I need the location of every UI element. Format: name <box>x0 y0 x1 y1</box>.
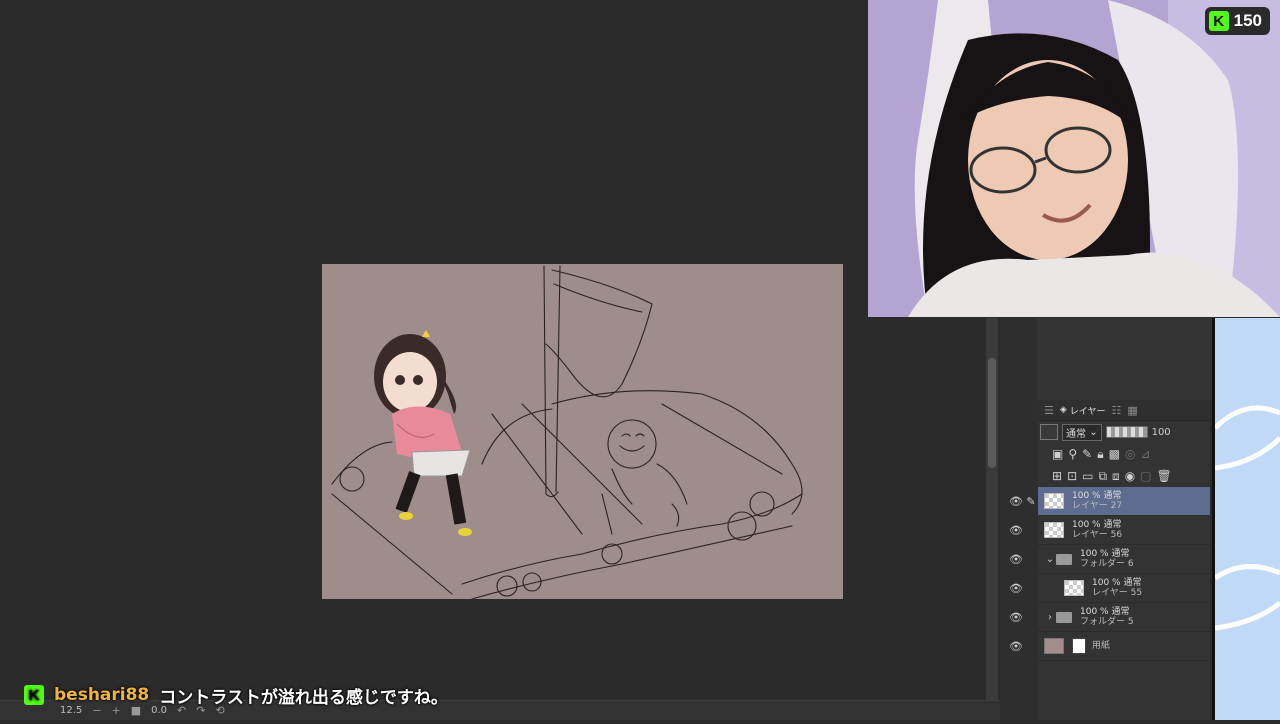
mask-create-icon[interactable]: ◉ <box>1125 469 1135 483</box>
layer-panel-tabs: ☰ ◈ レイヤー ☷ ▦ <box>1038 400 1210 421</box>
tab-layers-label: レイヤー <box>1069 406 1106 417</box>
webcam-image <box>868 0 1280 317</box>
lock-icon[interactable]: 🔒︎ <box>1097 447 1103 462</box>
chat-message: コントラストが溢れ出る感じですね。 <box>159 687 448 708</box>
layer-name: フォルダー 5 <box>1080 617 1134 627</box>
viewer-count: 150 <box>1233 11 1262 30</box>
eye-icon[interactable]: 👁︎ <box>1008 582 1024 595</box>
layer-thumbnail <box>1044 493 1064 509</box>
layer-row[interactable]: 👁︎ › 100 % 通常 フォルダー 5 <box>1009 603 1210 632</box>
draft-icon[interactable]: ✎ <box>1082 447 1092 461</box>
new-raster-layer-icon[interactable]: ⊞ <box>1052 469 1062 483</box>
canvas-vertical-scrollbar[interactable] <box>986 318 998 700</box>
scrollbar-thumb[interactable] <box>988 358 996 468</box>
ruler-icon[interactable]: ⊿ <box>1140 447 1150 461</box>
layer-row[interactable]: 👁︎ 100 % 通常 レイヤー 56 <box>1009 516 1210 545</box>
paper-icon <box>1072 638 1086 654</box>
folder-icon <box>1056 553 1072 565</box>
reference-image <box>1213 405 1280 631</box>
layer-mode: 100 % 通常 <box>1072 491 1122 501</box>
layer-panel: ☰ ◈ レイヤー ☷ ▦ 通常 ⌄ 100 ▣ ⚲ ✎ 🔒︎ ▩ ◎ ⊿ ⊞ ⊡ … <box>1009 400 1210 720</box>
layer-meta: 用紙 <box>1092 641 1110 651</box>
canvas-artwork <box>331 265 803 599</box>
blend-mode-value: 通常 <box>1066 428 1086 440</box>
drawing-canvas[interactable] <box>322 264 843 599</box>
pen-icon: ✎ <box>1026 494 1036 508</box>
opacity-value[interactable]: 100 <box>1152 427 1171 438</box>
layer-color-swatch[interactable] <box>1040 424 1058 440</box>
layer-tools-row-1: ▣ ⚲ ✎ 🔒︎ ▩ ◎ ⊿ <box>1038 443 1210 465</box>
layer-meta: 100 % 通常 レイヤー 56 <box>1072 520 1122 540</box>
chevron-down-icon[interactable]: ⌄ <box>1044 554 1056 565</box>
layer-name: レイヤー 27 <box>1072 501 1123 511</box>
eye-icon[interactable]: 👁︎ <box>1008 495 1024 508</box>
panel-side-column <box>1000 318 1037 400</box>
copy-layer-icon[interactable]: ⧈ <box>1112 469 1120 484</box>
layer-mode: 100 % 通常 <box>1080 607 1130 617</box>
paper-color-swatch <box>1044 638 1064 654</box>
merge-down-icon[interactable]: ⧉ <box>1098 469 1107 484</box>
chat-username: beshari88 <box>54 685 150 705</box>
layer-mode: 100 % 通常 <box>1080 549 1130 559</box>
mask-icon[interactable]: ◎ <box>1125 447 1135 461</box>
layers-icon: ◈ <box>1059 405 1067 415</box>
eye-icon[interactable]: 👁︎ <box>1008 640 1024 653</box>
viewer-count-badge: K 150 <box>1204 7 1270 35</box>
chevron-down-icon: ⌄ <box>1089 426 1098 438</box>
layer-thumbnail <box>1064 580 1084 596</box>
layer-row[interactable]: 👁︎ ⌄ 100 % 通常 フォルダー 6 <box>1009 545 1210 574</box>
tab-layer-search[interactable]: ▦ <box>1127 404 1137 417</box>
kick-logo-icon: K <box>24 685 44 705</box>
webcam-feed: K 150 <box>868 0 1280 317</box>
layer-meta: 100 % 通常 レイヤー 27 <box>1072 491 1122 511</box>
layer-row[interactable]: 👁︎ 用紙 <box>1009 632 1210 661</box>
tab-layers[interactable]: ◈ レイヤー <box>1060 404 1106 417</box>
layer-mode: 100 % 通常 <box>1072 520 1122 530</box>
chat-overlay: K beshari88 コントラストが溢れ出る感じですね。 <box>24 682 448 708</box>
layer-meta: 100 % 通常 フォルダー 6 <box>1080 549 1134 569</box>
reference-icon[interactable]: ⚲ <box>1068 447 1077 461</box>
reference-image-panel <box>1212 318 1280 720</box>
navigator-panel <box>1000 318 1212 400</box>
layer-meta: 100 % 通常 フォルダー 5 <box>1080 607 1134 627</box>
tab-layer-property[interactable]: ☷ <box>1112 404 1122 417</box>
chevron-right-icon[interactable]: › <box>1044 612 1056 623</box>
drawing-workspace[interactable]: 12.5 − + ■ 0.0 ↶ ↷ ⟲ <box>0 0 1000 720</box>
layer-options-row: 通常 ⌄ 100 <box>1038 421 1210 443</box>
layer-name: レイヤー 56 <box>1072 530 1123 540</box>
layer-name: レイヤー 55 <box>1092 588 1143 598</box>
layer-meta: 100 % 通常 レイヤー 55 <box>1092 578 1142 598</box>
eye-icon[interactable]: 👁︎ <box>1008 553 1024 566</box>
layer-row[interactable]: 👁︎ 100 % 通常 レイヤー 55 <box>1009 574 1210 603</box>
layer-mode: 100 % 通常 <box>1092 578 1142 588</box>
layer-name: フォルダー 6 <box>1080 559 1134 569</box>
blend-mode-dropdown[interactable]: 通常 ⌄ <box>1062 423 1102 441</box>
layer-tools-row-2: ⊞ ⊡ ▭ ⧉ ⧈ ◉ ▢ 🗑︎ <box>1038 465 1210 487</box>
eye-icon[interactable]: 👁︎ <box>1008 524 1024 537</box>
eye-icon[interactable]: 👁︎ <box>1008 611 1024 624</box>
layer-row[interactable]: 👁︎ ✎ 100 % 通常 レイヤー 27 <box>1009 487 1210 516</box>
layer-list: 👁︎ ✎ 100 % 通常 レイヤー 27 👁︎ 100 % 通常 レイヤー 56 👁︎ ⌄ 10… <box>1009 487 1210 661</box>
trash-icon[interactable]: 🗑︎ <box>1157 469 1172 483</box>
new-folder-icon[interactable]: ▭ <box>1082 469 1093 483</box>
opacity-slider[interactable] <box>1105 426 1148 438</box>
folder-icon <box>1056 611 1072 623</box>
kick-logo-icon: K <box>1208 11 1229 31</box>
layer-name: 用紙 <box>1092 641 1111 651</box>
lock-transparent-icon[interactable]: ▩ <box>1109 447 1120 461</box>
apply-mask-icon[interactable]: ▢ <box>1140 469 1151 483</box>
clip-icon[interactable]: ▣ <box>1052 447 1063 461</box>
new-vector-layer-icon[interactable]: ⊡ <box>1067 469 1077 483</box>
layer-thumbnail <box>1044 522 1064 538</box>
menu-icon[interactable]: ☰ <box>1044 404 1054 417</box>
